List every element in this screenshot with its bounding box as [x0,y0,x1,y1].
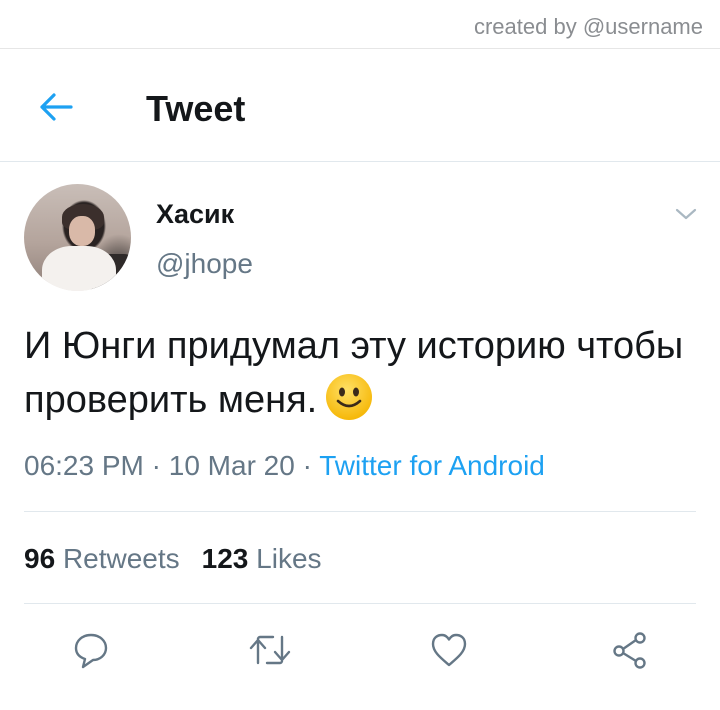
header-divider [0,161,720,162]
retweet-icon [249,635,291,665]
divider [24,511,696,512]
likes-stat[interactable]: 123 Likes [202,543,322,574]
tweet-text: И Юнги придумал эту историю чтобы провер… [24,320,704,427]
meta-separator: · [151,450,161,481]
share-icon [613,632,646,669]
tweet-meta: 06:23 PM · 10 Mar 20 · Twitter for Andro… [24,450,545,482]
retweet-button[interactable] [245,625,295,675]
tweet-actions [0,625,720,675]
divider [24,603,696,604]
retweets-label: Retweets [62,543,180,574]
header-bar: Tweet [0,49,720,161]
tweet-source-link[interactable]: Twitter for Android [319,450,545,481]
reply-icon [74,633,108,669]
meta-separator: · [302,450,312,481]
back-arrow-icon [40,93,73,121]
like-button[interactable] [424,625,474,675]
tweet-date: 10 Mar 20 [168,450,295,481]
page-title: Tweet [146,88,246,129]
creator-credit: created by @username [473,14,703,39]
tweet-stats: 96 Retweets 123 Likes [24,543,322,575]
chevron-down-icon [675,208,697,220]
slightly-smiling-face-icon [326,374,373,420]
retweets-count: 96 [24,543,56,574]
share-button[interactable] [604,625,654,675]
tweet-time: 06:23 PM [24,450,144,481]
tweet-menu-button[interactable] [674,204,698,224]
author-name[interactable]: Хасик [156,199,234,230]
retweets-stat[interactable]: 96 Retweets [24,543,180,574]
likes-count: 123 [201,543,249,574]
back-button[interactable] [36,87,76,127]
author-handle[interactable]: @jhope [156,248,253,280]
avatar[interactable] [24,184,131,291]
reply-button[interactable] [66,625,116,675]
heart-icon [431,633,467,667]
likes-label: Likes [256,543,322,574]
